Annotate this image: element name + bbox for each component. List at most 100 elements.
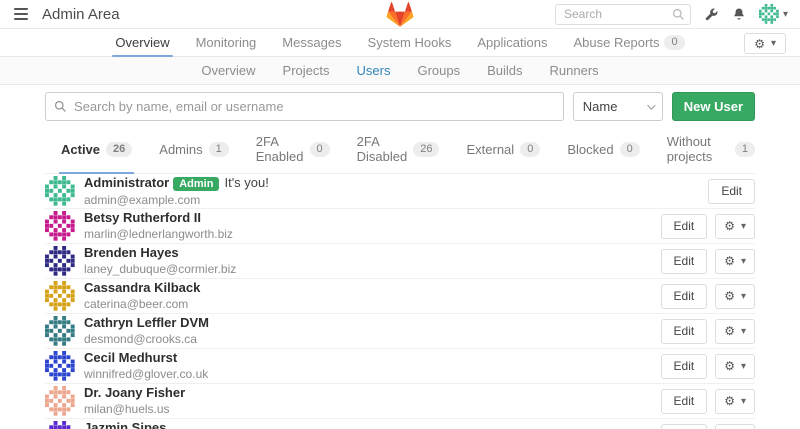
user-list: Administrator Admin It's you! admin@exampl… (45, 174, 755, 429)
table-row: Jazmin Sipes juliet.turner@leannon.co.uk… (45, 419, 755, 429)
edit-user-button[interactable]: Edit (661, 389, 708, 414)
edit-user-button[interactable]: Edit (661, 284, 708, 309)
filter-2fa-enabled[interactable]: 2FA Enabled 0 (256, 134, 330, 173)
user-name-link[interactable]: Brenden Hayes (84, 245, 179, 260)
user-name-link[interactable]: Dr. Joany Fisher (84, 385, 185, 400)
edit-user-button[interactable]: Edit (661, 214, 708, 239)
user-menu-dropdown[interactable]: ▾ (759, 4, 788, 24)
gear-icon: ⚙ (724, 220, 735, 232)
settings-dropdown-button[interactable]: ⚙ ▾ (744, 33, 786, 54)
user-email: admin@example.com (84, 192, 269, 208)
filter-without-projects[interactable]: Without projects 1 (667, 134, 755, 173)
gear-icon: ⚙ (724, 395, 735, 407)
search-icon (54, 100, 67, 113)
caret-down-icon: ▾ (741, 396, 746, 407)
edit-user-button[interactable]: Edit (708, 179, 755, 204)
filter-external[interactable]: External 0 (466, 134, 540, 173)
filter-count-badge: 0 (620, 142, 640, 157)
its-you-note: It's you! (224, 175, 268, 190)
user-name-link[interactable]: Cassandra Kilback (84, 280, 200, 295)
user-email: marlin@lednerlangworth.biz (84, 226, 233, 242)
user-settings-dropdown[interactable]: ⚙▾ (715, 284, 755, 309)
user-settings-dropdown[interactable]: ⚙▾ (715, 354, 755, 379)
filter-count-badge: 1 (735, 142, 755, 157)
sort-by-select[interactable]: Name (573, 92, 663, 121)
avatar[interactable] (45, 421, 75, 429)
edit-user-button[interactable]: Edit (661, 354, 708, 379)
global-search-input[interactable] (555, 4, 691, 25)
filter-count-badge: 26 (413, 142, 439, 157)
user-email: winnifred@glover.co.uk (84, 366, 208, 382)
filter-2fa-disabled[interactable]: 2FA Disabled 26 (357, 134, 440, 173)
admin-badge: Admin (173, 177, 219, 191)
tab-system-hooks[interactable]: System Hooks (355, 29, 465, 56)
filter-count-badge: 26 (106, 142, 132, 157)
tab-monitoring[interactable]: Monitoring (183, 29, 270, 56)
admin-wrench-icon[interactable] (704, 7, 719, 22)
gear-icon: ⚙ (724, 360, 735, 372)
sort-by-value: Name (583, 99, 618, 114)
table-row: Cassandra Kilback caterina@beer.com Edit… (45, 279, 755, 314)
user-name-link[interactable]: Administrator (84, 175, 169, 190)
filter-active[interactable]: Active 26 (61, 134, 132, 173)
table-row: Dr. Joany Fisher milan@huels.us Edit ⚙▾ (45, 384, 755, 419)
table-row: Brenden Hayes laney_dubuque@cormier.biz … (45, 244, 755, 279)
user-name-link[interactable]: Jazmin Sipes (84, 420, 166, 429)
search-icon (672, 8, 685, 21)
caret-down-icon: ▾ (741, 361, 746, 372)
avatar[interactable] (45, 281, 75, 311)
subnav-overview[interactable]: Overview (201, 63, 255, 78)
tab-abuse-reports[interactable]: Abuse Reports 0 (560, 29, 697, 56)
gear-icon: ⚙ (754, 38, 765, 50)
edit-user-button[interactable]: Edit (661, 249, 708, 274)
filter-count-badge: 0 (520, 142, 540, 157)
filter-count-badge: 0 (310, 142, 330, 157)
user-email: caterina@beer.com (84, 296, 200, 312)
subnav-users[interactable]: Users (357, 63, 391, 78)
gear-icon: ⚙ (724, 325, 735, 337)
tab-messages[interactable]: Messages (269, 29, 354, 56)
gear-icon: ⚙ (724, 290, 735, 302)
subnav-groups[interactable]: Groups (417, 63, 460, 78)
edit-user-button[interactable]: Edit (661, 424, 708, 429)
user-settings-dropdown[interactable]: ⚙▾ (715, 319, 755, 344)
subnav-projects[interactable]: Projects (283, 63, 330, 78)
admin-main-nav: Overview Monitoring Messages System Hook… (0, 29, 800, 57)
filter-blocked[interactable]: Blocked 0 (567, 134, 639, 173)
edit-user-button[interactable]: Edit (661, 319, 708, 344)
users-toolbar: Name New User (45, 92, 755, 121)
new-user-button[interactable]: New User (672, 92, 755, 121)
notifications-bell-icon[interactable] (732, 7, 746, 22)
caret-down-icon: ▾ (771, 38, 776, 49)
user-filter-tabs: Active 26 Admins 1 2FA Enabled 0 2FA Dis… (45, 134, 755, 174)
user-settings-dropdown[interactable]: ⚙▾ (715, 249, 755, 274)
user-name-link[interactable]: Betsy Rutherford II (84, 210, 201, 225)
user-settings-dropdown[interactable]: ⚙▾ (715, 424, 755, 429)
hamburger-menu-icon[interactable] (12, 6, 30, 22)
user-settings-dropdown[interactable]: ⚙▾ (715, 214, 755, 239)
users-admin-page: Name New User Active 26 Admins 1 2FA Ena… (0, 92, 800, 429)
subnav-builds[interactable]: Builds (487, 63, 522, 78)
gitlab-logo[interactable] (387, 2, 414, 30)
filter-admins[interactable]: Admins 1 (159, 134, 228, 173)
user-settings-dropdown[interactable]: ⚙▾ (715, 389, 755, 414)
tab-overview[interactable]: Overview (102, 29, 182, 56)
chevron-down-icon (647, 101, 655, 109)
gear-icon: ⚙ (724, 255, 735, 267)
top-header: Admin Area (0, 0, 800, 29)
avatar[interactable] (45, 351, 75, 381)
user-name-link[interactable]: Cecil Medhurst (84, 350, 177, 365)
avatar[interactable] (45, 176, 75, 206)
user-avatar (759, 4, 779, 24)
user-search-input[interactable] (45, 92, 564, 121)
avatar[interactable] (45, 316, 75, 346)
tab-applications[interactable]: Applications (464, 29, 560, 56)
overview-sub-nav: Overview Projects Users Groups Builds Ru… (0, 57, 800, 85)
user-name-link[interactable]: Cathryn Leffler DVM (84, 315, 209, 330)
filter-count-badge: 1 (209, 142, 229, 157)
avatar[interactable] (45, 246, 75, 276)
avatar[interactable] (45, 211, 75, 241)
user-email: desmond@crooks.ca (84, 331, 209, 347)
avatar[interactable] (45, 386, 75, 416)
subnav-runners[interactable]: Runners (550, 63, 599, 78)
